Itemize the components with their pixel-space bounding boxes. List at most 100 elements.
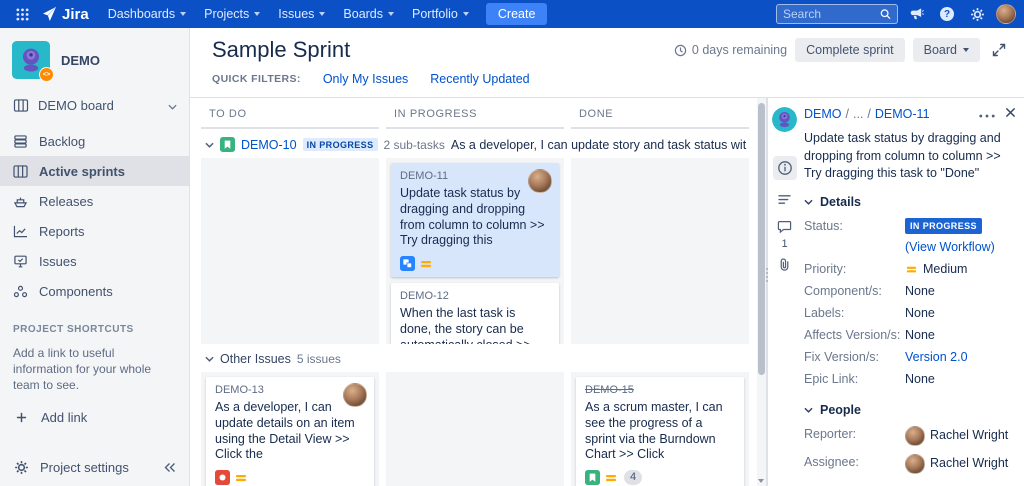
field-label: Component/s: xyxy=(804,284,882,299)
people-section-header[interactable]: People xyxy=(804,403,1016,417)
assignee-avatar[interactable] xyxy=(343,383,367,407)
sidebar-item-backlog[interactable]: Backlog xyxy=(0,126,189,156)
sprint-board: TO DO IN PROGRESS DONE DEMO-10 IN PROGRE… xyxy=(190,98,766,486)
project-settings-link[interactable]: Project settings xyxy=(40,460,129,475)
swimlane-other-issues[interactable]: Other Issues 5 issues xyxy=(195,344,755,372)
column-headers: TO DO IN PROGRESS DONE xyxy=(195,98,755,129)
filter-recently-updated[interactable]: Recently Updated xyxy=(430,72,529,86)
app-switcher-icon[interactable] xyxy=(8,7,37,21)
panel-resize-handle[interactable] xyxy=(766,268,768,282)
create-button[interactable]: Create xyxy=(485,3,548,25)
field-label: Labels: xyxy=(804,306,845,320)
breadcrumb: DEMO / ... / DEMO-11 xyxy=(804,107,1016,121)
column-todo xyxy=(201,158,379,344)
sidebar-item-issues[interactable]: Issues xyxy=(0,246,189,276)
scrollbar-thumb[interactable] xyxy=(758,103,765,375)
sidebar-item-label: Releases xyxy=(39,193,94,209)
card-summary: As a developer, I can update details on … xyxy=(215,400,355,462)
sidebar-item-reports[interactable]: Reports xyxy=(0,216,189,246)
sidebar-item-active-sprints[interactable]: Active sprints xyxy=(0,156,189,186)
card-demo-11[interactable]: DEMO-11 Update task status by dragging a… xyxy=(391,163,559,277)
scroll-down-arrow[interactable] xyxy=(758,479,764,483)
filter-only-my-issues[interactable]: Only My Issues xyxy=(323,72,408,86)
comment-count: 1 xyxy=(781,238,788,250)
priority-medium-icon xyxy=(606,474,616,481)
story-icon xyxy=(220,137,235,152)
plus-icon xyxy=(13,412,30,423)
fullscreen-button[interactable] xyxy=(988,38,1010,62)
field-value: None xyxy=(905,327,935,342)
add-link-button[interactable]: Add link xyxy=(13,410,176,425)
attachments-tab-icon[interactable] xyxy=(777,257,792,272)
nav-boards[interactable]: Boards xyxy=(334,0,403,28)
board-selector[interactable]: DEMO board xyxy=(0,89,189,122)
swimlane-summary: As a developer, I can update story and t… xyxy=(450,137,747,152)
jira-mark-icon xyxy=(43,6,57,21)
sidebar-item-components[interactable]: Components xyxy=(0,276,189,306)
card-summary: Update task status by dragging and dropp… xyxy=(400,186,545,248)
project-shortcuts: PROJECT SHORTCUTS Add a link to useful i… xyxy=(0,306,189,425)
fix-version-link[interactable]: Version 2.0 xyxy=(905,349,968,366)
more-actions-icon[interactable] xyxy=(979,107,995,121)
assignee-avatar[interactable] xyxy=(528,169,552,193)
breadcrumb-ellipsis[interactable]: ... xyxy=(853,107,863,121)
chevron-down-icon xyxy=(388,12,395,16)
description-tab-icon[interactable] xyxy=(777,194,792,205)
board-scrollbar[interactable] xyxy=(757,98,766,486)
issue-key-link[interactable]: DEMO-10 xyxy=(241,138,297,152)
board-name: DEMO board xyxy=(38,98,114,113)
jira-logo[interactable]: Jira xyxy=(37,6,99,23)
swimlane-title: Other Issues xyxy=(220,352,291,366)
bug-icon xyxy=(215,470,230,485)
card-demo-13[interactable]: DEMO-13 As a developer, I can update det… xyxy=(206,377,374,486)
people-section: People Reporter: Rachel Wright Assignee: R… xyxy=(804,403,1016,474)
column-todo: DEMO-13 As a developer, I can update det… xyxy=(201,372,379,486)
breadcrumb-separator: / xyxy=(867,107,871,121)
nav-issues[interactable]: Issues xyxy=(269,0,334,28)
chevron-down-icon[interactable] xyxy=(205,356,214,362)
search-input[interactable] xyxy=(783,7,881,21)
priority-medium-icon xyxy=(236,474,246,481)
project-header[interactable]: <> DEMO xyxy=(0,28,189,89)
card-demo-15[interactable]: DEMO-15 As a scrum master, I can see the… xyxy=(576,377,744,486)
sidebar-item-releases[interactable]: Releases xyxy=(0,186,189,216)
details-section-header[interactable]: Details xyxy=(804,195,1016,209)
breadcrumb-issue-link[interactable]: DEMO-11 xyxy=(875,107,930,121)
jira-logo-text: Jira xyxy=(62,5,89,23)
close-icon[interactable] xyxy=(1005,107,1016,121)
chevron-down-icon[interactable] xyxy=(205,142,214,148)
chevron-down-icon xyxy=(462,12,469,16)
field-label: Status: xyxy=(804,218,843,233)
nav-dashboards[interactable]: Dashboards xyxy=(99,0,195,28)
card-key[interactable]: DEMO-15 xyxy=(585,384,735,396)
breadcrumb-project-link[interactable]: DEMO xyxy=(804,107,842,121)
project-avatar: <> xyxy=(12,41,54,82)
nav-portfolio[interactable]: Portfolio xyxy=(403,0,478,28)
top-navbar: Jira Dashboards Projects Issues Boards P… xyxy=(0,0,1024,28)
paperclip-icon xyxy=(780,258,789,271)
field-value: None xyxy=(905,371,935,386)
issue-title: Update task status by dragging and dropp… xyxy=(804,131,1001,180)
complete-sprint-button[interactable]: Complete sprint xyxy=(795,38,905,62)
view-workflow-link[interactable]: (View Workflow) xyxy=(905,239,995,256)
help-icon[interactable]: ? xyxy=(935,7,959,21)
card-key[interactable]: DEMO-12 xyxy=(400,290,550,302)
nav-projects[interactable]: Projects xyxy=(195,0,269,28)
sidebar-menu: Backlog Active sprints Releases Reports … xyxy=(0,126,189,306)
panel-body: DEMO / ... / DEMO-11 Update task status … xyxy=(801,98,1024,486)
comments-tab-icon[interactable] xyxy=(777,219,792,234)
project-name: DEMO xyxy=(61,52,100,68)
collapse-sidebar-icon[interactable] xyxy=(164,462,176,473)
gear-icon[interactable] xyxy=(965,7,990,22)
board-menu-button[interactable]: Board xyxy=(912,38,980,62)
assignee-name[interactable]: Rachel Wright xyxy=(930,455,1008,472)
quick-filters-label: QUICK FILTERS: xyxy=(212,73,301,85)
details-tab-icon[interactable] xyxy=(772,156,797,180)
swimlane-demo-10[interactable]: DEMO-10 IN PROGRESS 2 sub-tasks As a dev… xyxy=(195,129,755,158)
announcements-icon[interactable] xyxy=(904,7,929,21)
card-demo-12[interactable]: DEMO-12 When the last task is done, the … xyxy=(391,283,559,344)
chevron-down-icon xyxy=(319,12,326,16)
search-icon[interactable] xyxy=(880,8,891,20)
reporter-name[interactable]: Rachel Wright xyxy=(930,427,1008,444)
user-avatar[interactable] xyxy=(996,4,1016,24)
